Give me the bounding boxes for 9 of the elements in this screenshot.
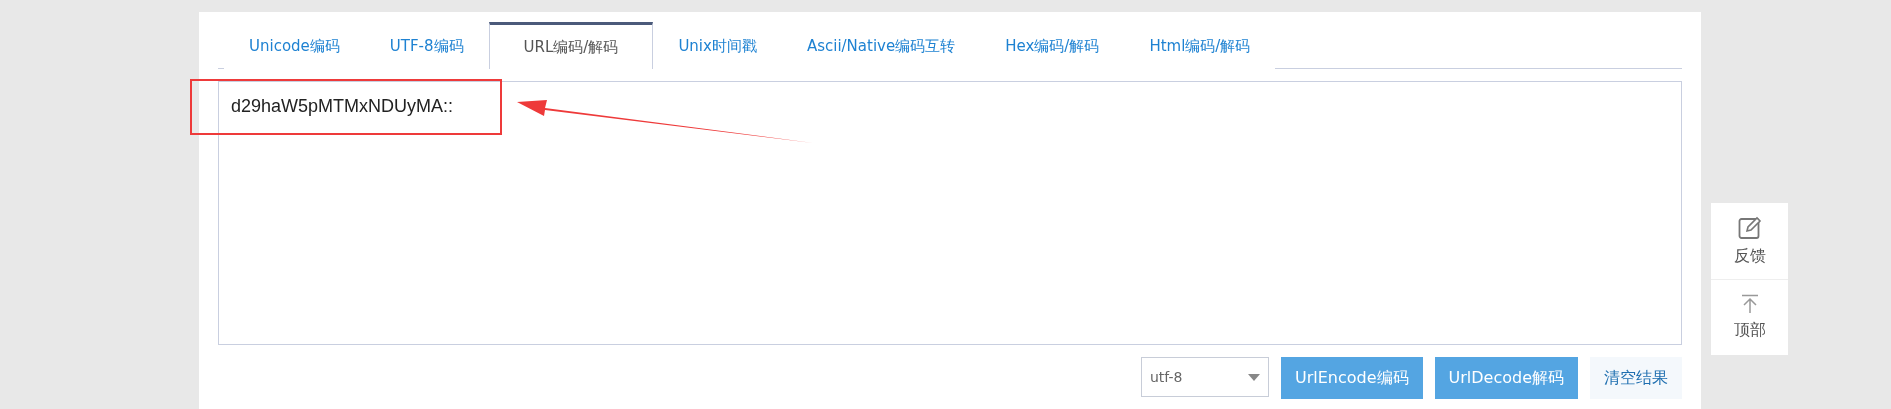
caret-icon [1247, 373, 1260, 381]
action-button[interactable]: 清空结果 [1590, 357, 1682, 399]
text-area[interactable]: d29haW5pMTMxNDUyMA:: [218, 81, 1682, 345]
action-button[interactable]: UrlEncode编码 [1280, 357, 1423, 399]
edit-icon [1737, 215, 1762, 240]
arrow-up-icon [1740, 294, 1759, 314]
tab[interactable]: URL编码/解码 [488, 22, 654, 69]
encoding-select[interactable]: utf-8 [1140, 357, 1269, 397]
action-button[interactable]: UrlDecode解码 [1434, 357, 1578, 399]
